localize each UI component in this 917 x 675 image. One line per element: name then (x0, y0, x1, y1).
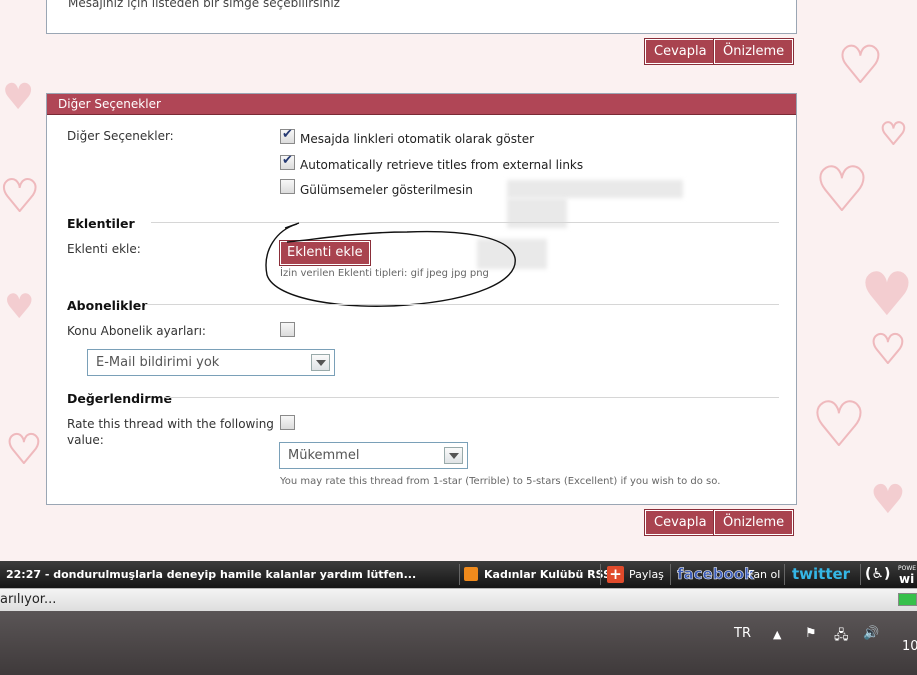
facebook-logo[interactable]: facebook (677, 561, 755, 588)
divider (670, 564, 671, 585)
accessibility-icon[interactable]: (♿) (865, 561, 890, 588)
rating-note: You may rate this thread from 1-star (Te… (280, 476, 721, 487)
disable-smilies-label: Gülümsemeler gösterilmesin (300, 183, 473, 197)
flag-icon[interactable]: ⚑ (805, 626, 817, 641)
retrieve-titles-label: Automatically retrieve titles from exter… (300, 158, 584, 172)
share-icon: + (607, 566, 624, 583)
heart-decoration: ♥ (811, 390, 867, 460)
rating-checkbox[interactable] (280, 415, 295, 430)
progress-indicator (898, 593, 917, 606)
preview-button-top[interactable]: Önizleme (712, 38, 795, 65)
heart-decoration: ♥ (879, 117, 908, 152)
windows-taskbar: TR ▲ ⚑ 🖧 🔊 10 (0, 611, 917, 675)
status-text: arılıyor... (0, 592, 57, 607)
divider (459, 564, 460, 585)
divider (600, 564, 601, 585)
divider (145, 304, 779, 305)
heart-decoration: ♥ (860, 260, 914, 330)
rating-title: Değerlendirme (67, 391, 173, 406)
clock[interactable]: 10 (902, 639, 917, 654)
news-ticker-link[interactable]: 22:27 - dondurulmuşlarla deneyip hamile … (6, 561, 416, 588)
heart-decoration: ♥ (870, 477, 906, 523)
attachments-label: Eklenti ekle: (67, 242, 141, 256)
heart-decoration: ♥ (4, 287, 35, 327)
reply-button-bottom[interactable]: Cevapla (644, 509, 717, 536)
facebook-fan-link[interactable]: Fan ol (748, 561, 780, 588)
reply-button-top[interactable]: Cevapla (644, 38, 717, 65)
subscription-select-value: E-Mail bildirimi yok (96, 355, 220, 370)
hand-drawn-circle (265, 222, 516, 307)
chevron-down-icon (444, 447, 463, 464)
network-icon[interactable]: 🖧 (834, 626, 849, 648)
icon-select-panel: Mesajınız için listeden bir simge seçebi… (46, 0, 797, 34)
rating-label-cont: value: (67, 433, 104, 447)
rss-icon (464, 567, 478, 581)
divider (860, 564, 861, 585)
disable-smilies-checkbox[interactable] (280, 179, 295, 194)
browser-status-bar: arılıyor... (0, 588, 917, 611)
other-options-panel: Diğer Seçenekler Diğer Seçenekler: Mesaj… (46, 93, 797, 505)
retrieve-titles-checkbox[interactable] (280, 153, 295, 170)
subscription-select[interactable]: E-Mail bildirimi yok (87, 349, 335, 376)
heart-decoration: ♥ (2, 77, 35, 118)
rss-link[interactable]: Kadınlar Kulübü RSS (484, 561, 611, 588)
icon-select-hint: Mesajınız için listeden bir simge seçebi… (68, 0, 340, 10)
rating-select-value: Mükemmel (288, 448, 360, 463)
redacted-area (507, 180, 683, 198)
attachments-title: Eklentiler (67, 216, 135, 231)
other-options-header: Diğer Seçenekler (47, 94, 796, 115)
language-indicator[interactable]: TR (734, 626, 751, 641)
subscription-checkbox[interactable] (280, 322, 295, 337)
auto-links-checkbox[interactable] (280, 127, 295, 144)
subscriptions-title: Abonelikler (67, 298, 148, 313)
divider (784, 564, 785, 585)
show-hidden-icons-icon[interactable]: ▲ (773, 628, 781, 641)
share-link[interactable]: Paylaş (629, 561, 664, 588)
twitter-logo[interactable]: twitter (792, 561, 850, 588)
chevron-down-icon (311, 354, 330, 371)
rating-label: Rate this thread with the following (67, 417, 274, 431)
heart-decoration: ♥ (0, 171, 40, 222)
subscription-settings-label: Konu Abonelik ayarları: (67, 324, 206, 338)
heart-decoration: ♥ (837, 36, 884, 94)
heart-decoration: ♥ (814, 155, 870, 225)
site-ticker-bar: 22:27 - dondurulmuşlarla deneyip hamile … (0, 561, 917, 588)
other-options-label: Diğer Seçenekler: (67, 129, 174, 143)
heart-decoration: ♥ (5, 427, 43, 473)
divider (165, 397, 779, 398)
volume-icon[interactable]: 🔊 (863, 626, 879, 641)
rating-select[interactable]: Mükemmel (279, 442, 468, 469)
preview-button-bottom[interactable]: Önizleme (712, 509, 795, 536)
auto-links-label: Mesajda linkleri otomatik olarak göster (300, 132, 535, 146)
heart-decoration: ♥ (869, 327, 907, 373)
